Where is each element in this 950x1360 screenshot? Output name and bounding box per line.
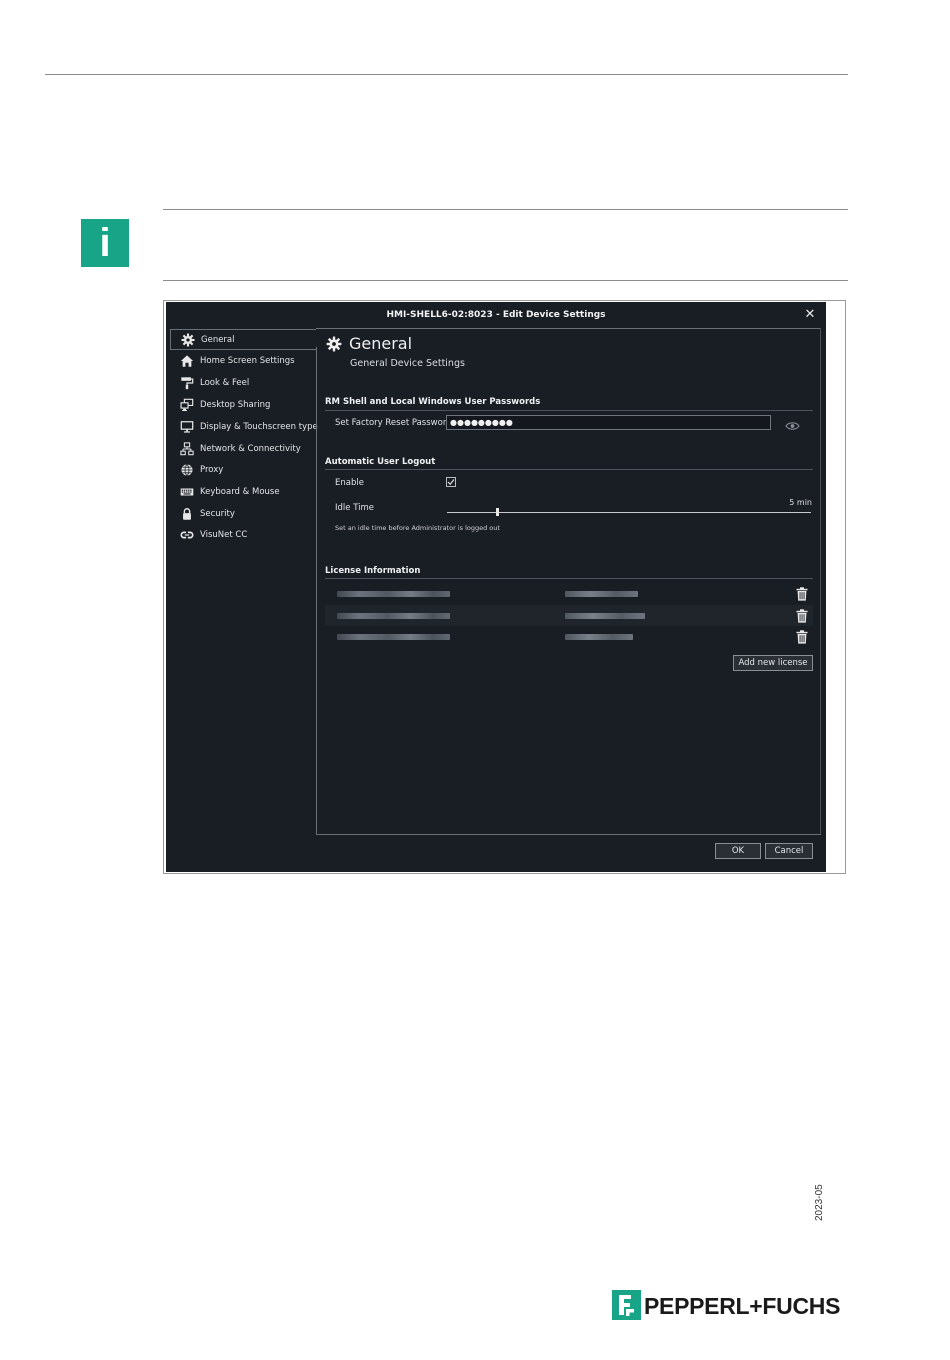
idle-time-label: Idle Time <box>335 503 374 513</box>
section-divider <box>325 578 813 579</box>
idle-time-slider[interactable] <box>447 512 811 513</box>
settings-window: HMI-SHELL6-02:8023 - Edit Device Setting… <box>166 302 826 872</box>
close-icon[interactable]: ✕ <box>802 306 818 324</box>
license-name-obscured <box>565 634 633 640</box>
paint-roller-icon <box>180 376 194 390</box>
enable-checkbox[interactable] <box>446 477 456 487</box>
brand-logo-text: PEPPERL+FUCHS <box>644 1293 841 1319</box>
license-row <box>325 605 813 626</box>
sidebar-item-label: VisuNet CC <box>200 530 248 540</box>
notice-bottom-rule <box>163 280 848 281</box>
content-panel-left-border <box>316 347 317 835</box>
monitor-icon <box>180 420 194 434</box>
sidebar-item-home-screen-settings[interactable]: Home Screen Settings <box>170 351 316 372</box>
cancel-button[interactable]: Cancel <box>765 843 813 859</box>
sidebar-item-label: Keyboard & Mouse <box>200 487 280 497</box>
sidebar-item-label: Proxy <box>200 465 224 475</box>
sidebar-item-look-and-feel[interactable]: Look & Feel <box>170 373 316 394</box>
sidebar-item-label: Network & Connectivity <box>200 444 301 454</box>
sidebar-item-label: Display & Touchscreen type <box>200 422 318 432</box>
enable-label: Enable <box>335 478 364 488</box>
trash-icon[interactable] <box>796 629 808 644</box>
sidebar-item-label: Look & Feel <box>200 378 250 388</box>
sidebar-item-proxy[interactable]: Proxy <box>170 460 316 481</box>
eye-icon[interactable] <box>785 417 800 430</box>
checkmark-icon <box>447 479 455 486</box>
gear-icon <box>181 333 195 347</box>
add-license-button[interactable]: Add new license <box>733 655 813 671</box>
license-key-obscured <box>337 591 450 597</box>
notice-top-rule <box>163 209 848 210</box>
sidebar-item-display-touchscreen[interactable]: Display & Touchscreen type <box>170 417 318 438</box>
sidebar-item-label: Security <box>200 509 235 519</box>
date-stamp: 2023-05 <box>814 1184 825 1221</box>
trash-icon[interactable] <box>796 608 808 623</box>
globe-icon <box>180 463 194 477</box>
license-name-obscured <box>565 591 638 597</box>
sidebar-item-label: Home Screen Settings <box>200 356 295 366</box>
gear-icon <box>326 336 342 352</box>
keyboard-icon <box>180 485 194 499</box>
license-name-obscured <box>565 613 645 619</box>
section-divider <box>325 469 813 470</box>
section-divider <box>325 410 813 411</box>
sidebar-item-security[interactable]: Security <box>170 504 316 525</box>
factory-reset-password-field[interactable]: ●●●●●●●●● <box>446 415 771 430</box>
link-icon <box>180 528 194 542</box>
license-row <box>325 583 813 604</box>
header-rule <box>45 74 848 75</box>
lock-icon <box>180 507 194 521</box>
sidebar-item-desktop-sharing[interactable]: Desktop Sharing <box>170 395 316 416</box>
content-panel-bottom-border <box>316 834 821 835</box>
page-subtitle: General Device Settings <box>350 358 465 369</box>
sidebar-item-visunet-cc[interactable]: VisuNet CC <box>170 525 316 546</box>
sidebar-item-label: General <box>201 335 235 345</box>
sidebar: General Home Screen Settings Look & Feel… <box>170 328 318 848</box>
idle-time-hint: Set an idle time before Administrator is… <box>335 524 500 532</box>
sidebar-item-general[interactable]: General <box>170 329 316 350</box>
factory-reset-password-label: Set Factory Reset Password <box>335 418 452 428</box>
trash-icon[interactable] <box>796 586 808 601</box>
section-title-passwords: RM Shell and Local Windows User Password… <box>325 397 541 407</box>
section-title-licenses: License Information <box>325 566 421 576</box>
content-panel-top-border <box>316 328 820 329</box>
sidebar-item-label: Desktop Sharing <box>200 400 271 410</box>
ok-button[interactable]: OK <box>715 843 761 859</box>
page-title: General <box>349 334 413 353</box>
idle-time-value: 5 min <box>789 498 812 507</box>
info-icon: i <box>81 219 129 267</box>
section-title-logout: Automatic User Logout <box>325 457 436 467</box>
sidebar-item-keyboard-mouse[interactable]: Keyboard & Mouse <box>170 482 316 503</box>
desktop-sharing-icon <box>180 398 194 412</box>
network-icon <box>180 442 194 456</box>
window-title: HMI-SHELL6-02:8023 - Edit Device Setting… <box>386 310 606 320</box>
brand-logo-mark <box>612 1290 641 1320</box>
license-row <box>325 626 813 647</box>
license-key-obscured <box>337 613 450 619</box>
license-key-obscured <box>337 634 450 640</box>
idle-time-slider-thumb[interactable] <box>496 508 500 516</box>
sidebar-item-network-connectivity[interactable]: Network & Connectivity <box>170 439 316 460</box>
home-icon <box>180 354 194 368</box>
content-panel-right-border <box>820 328 821 835</box>
